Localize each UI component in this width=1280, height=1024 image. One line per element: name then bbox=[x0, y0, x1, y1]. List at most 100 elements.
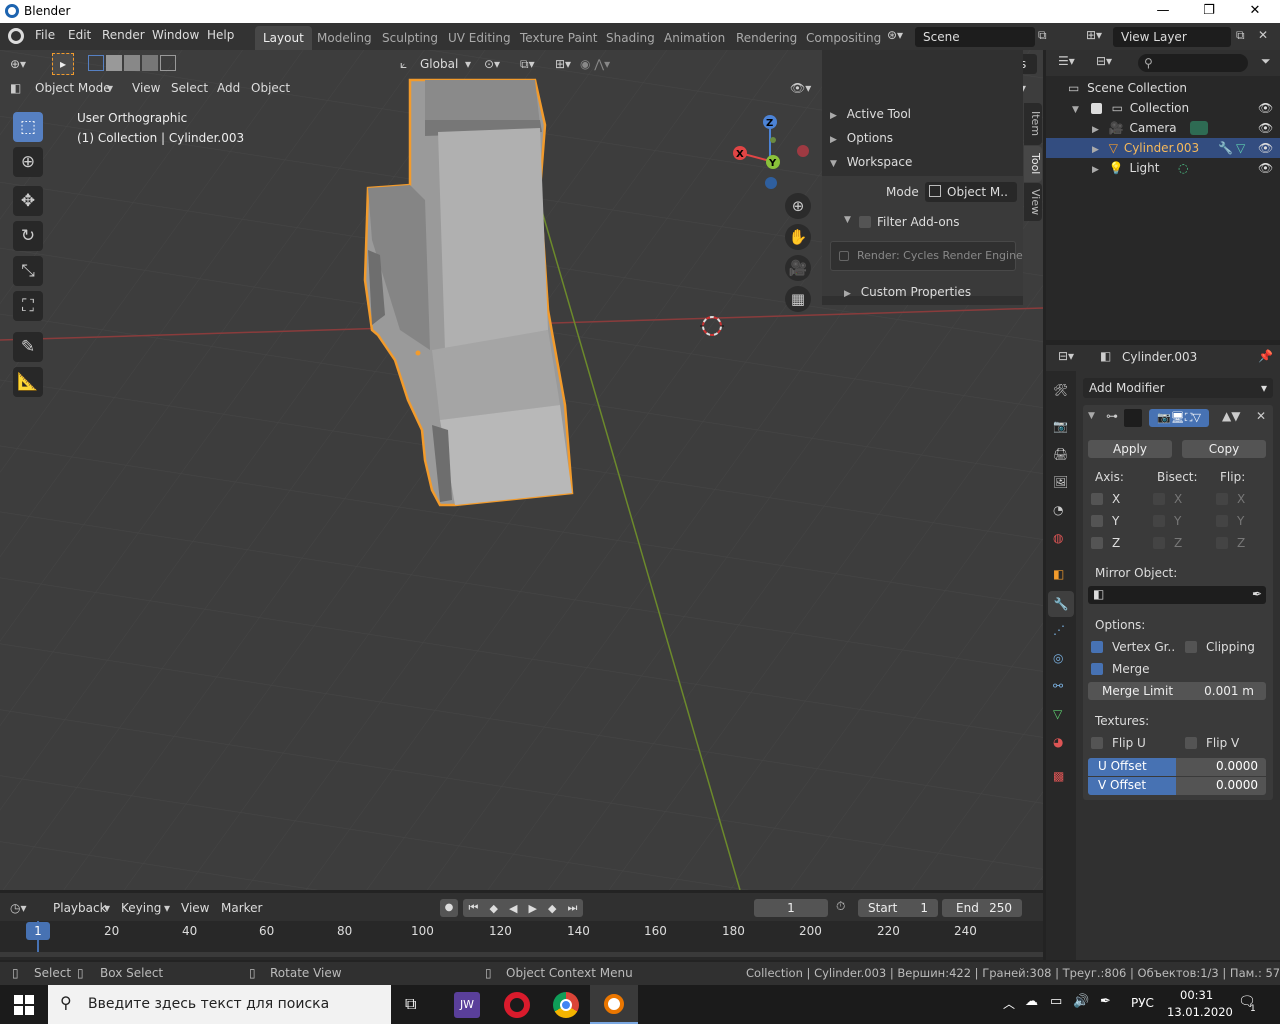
cursor-tool-icon[interactable]: ⊕ bbox=[13, 147, 43, 177]
tab-layout[interactable]: Layout bbox=[255, 26, 312, 50]
rotate-tool-icon[interactable]: ↻ bbox=[13, 221, 43, 251]
pin-icon[interactable]: 📌 bbox=[1258, 349, 1273, 363]
onedrive-icon[interactable]: ☁ bbox=[1025, 994, 1038, 1009]
filter-icon[interactable]: ⏷ bbox=[1261, 54, 1271, 69]
eye-icon[interactable]: 👁 bbox=[1258, 98, 1273, 118]
particles-tab-icon[interactable]: ⋰ bbox=[1053, 623, 1065, 637]
select-box-tool-icon[interactable]: ⬚ bbox=[13, 112, 43, 142]
section-active-tool[interactable]: ▶ Active Tool bbox=[822, 103, 1023, 125]
menu-help[interactable]: Help bbox=[207, 28, 234, 42]
new-view-layer-icon[interactable]: ⧉ bbox=[1236, 28, 1245, 43]
view-layer-field[interactable]: View Layer bbox=[1113, 27, 1231, 47]
axis-x-checkbox[interactable] bbox=[1091, 493, 1103, 505]
mirror-object-field[interactable]: ◧ ✒ bbox=[1088, 586, 1266, 604]
axis-z-checkbox[interactable] bbox=[1091, 537, 1103, 549]
visibility-icon[interactable]: 👁▾ bbox=[790, 78, 811, 98]
start-frame-field[interactable]: Start 1 bbox=[858, 899, 938, 917]
language-indicator[interactable]: РУС bbox=[1131, 996, 1154, 1010]
copy-button[interactable]: Copy bbox=[1182, 440, 1266, 458]
outliner-row-light[interactable]: ▶ 💡 Light ◌ 👁 bbox=[1046, 158, 1280, 178]
output-tab-icon[interactable]: 🖨 bbox=[1053, 447, 1068, 461]
maximize-button[interactable]: ❐ bbox=[1186, 0, 1232, 23]
new-scene-icon[interactable]: ⧉ bbox=[1038, 28, 1047, 43]
material-tab-icon[interactable]: ◕ bbox=[1053, 735, 1063, 749]
camera-view-icon[interactable]: 🎥 bbox=[785, 255, 811, 281]
menu-marker[interactable]: Marker bbox=[221, 898, 262, 918]
menu-playback[interactable]: Playback bbox=[53, 898, 107, 918]
view-layer-icon[interactable]: ⊞▾ bbox=[1086, 28, 1102, 42]
play-reverse-icon[interactable]: ◀ bbox=[509, 902, 517, 915]
blender-menu-icon[interactable] bbox=[8, 28, 24, 44]
eye-icon[interactable]: 👁 bbox=[1258, 158, 1273, 178]
measure-tool-icon[interactable]: 📐 bbox=[13, 367, 43, 397]
flip-x-checkbox[interactable] bbox=[1216, 493, 1228, 505]
chevron-down-icon[interactable]: ▼ bbox=[1072, 105, 1079, 115]
tab-compositing[interactable]: Compositing bbox=[798, 26, 889, 50]
menu-render[interactable]: Render bbox=[102, 28, 145, 42]
current-frame-field[interactable]: 1 bbox=[754, 899, 828, 917]
menu-object[interactable]: Object bbox=[251, 78, 290, 98]
view-layer-tab-icon[interactable]: 🖼 bbox=[1053, 475, 1068, 489]
section-workspace[interactable]: ▼ Workspace bbox=[822, 151, 1023, 173]
menu-edit[interactable]: Edit bbox=[68, 28, 91, 42]
snapping-target-icon[interactable]: ⊞▾ bbox=[555, 54, 571, 74]
tab-item[interactable]: Item bbox=[1024, 103, 1042, 145]
select-tool-icon[interactable]: ▸ bbox=[52, 53, 74, 75]
render-tab-icon[interactable]: 📷 bbox=[1053, 419, 1068, 433]
collection-checkbox[interactable] bbox=[1090, 103, 1102, 114]
world-tab-icon[interactable]: ◍ bbox=[1053, 531, 1063, 545]
playhead-frame[interactable]: 1 bbox=[26, 922, 50, 940]
remove-modifier-icon[interactable]: ✕ bbox=[1256, 409, 1266, 423]
flip-y-checkbox[interactable] bbox=[1216, 515, 1228, 527]
selection-mode-group[interactable] bbox=[88, 55, 176, 71]
flip-z-checkbox[interactable] bbox=[1216, 537, 1228, 549]
clock-date[interactable]: 13.01.2020 bbox=[1167, 1005, 1233, 1019]
transform-tool-icon[interactable]: ⛶ bbox=[13, 291, 43, 321]
bisect-y-checkbox[interactable] bbox=[1153, 515, 1165, 527]
tab-animation[interactable]: Animation bbox=[656, 26, 733, 50]
data-tab-icon[interactable]: ▽ bbox=[1053, 707, 1062, 721]
jump-start-icon[interactable]: ⏮ bbox=[469, 901, 479, 915]
axis-y-checkbox[interactable] bbox=[1091, 515, 1103, 527]
set-selection-icon[interactable] bbox=[88, 55, 104, 71]
task-view-icon[interactable]: ⧉ bbox=[405, 994, 416, 1014]
navigation-gizmo[interactable]: Z X Y bbox=[728, 110, 818, 190]
menu-view[interactable]: View bbox=[181, 898, 209, 918]
menu-keying[interactable]: Keying bbox=[121, 898, 161, 918]
jump-end-icon[interactable]: ⏭ bbox=[568, 901, 578, 915]
modifier-display-toggles[interactable]: 📷🖥⛶▽ bbox=[1149, 409, 1209, 427]
next-keyframe-icon[interactable]: ◆ bbox=[548, 902, 556, 915]
camera-data-icon[interactable] bbox=[1190, 121, 1208, 135]
tool-tab-icon[interactable]: 🛠 bbox=[1053, 383, 1068, 397]
tab-modeling[interactable]: Modeling bbox=[309, 26, 380, 50]
add-modifier-dropdown[interactable]: Add Modifier ▾ bbox=[1083, 378, 1273, 398]
end-frame-field[interactable]: End 250 bbox=[942, 899, 1022, 917]
u-offset-slider[interactable]: U Offset 0.0000 bbox=[1088, 758, 1266, 776]
tab-view[interactable]: View bbox=[1024, 183, 1042, 221]
apply-button[interactable]: Apply bbox=[1088, 440, 1172, 458]
editor-type-icon[interactable]: ☰▾ bbox=[1058, 54, 1075, 68]
proportional-edit-icon[interactable]: ◉ ⋀▾ bbox=[580, 54, 610, 74]
jw-app-icon[interactable]: JW bbox=[454, 992, 480, 1018]
volume-icon[interactable]: 🔊 bbox=[1073, 994, 1089, 1009]
annotate-tool-icon[interactable]: ✎ bbox=[13, 332, 43, 362]
prev-keyframe-icon[interactable]: ◆ bbox=[489, 902, 497, 915]
outliner-row-scene-collection[interactable]: ▭ Scene Collection bbox=[1046, 78, 1280, 98]
menu-file[interactable]: File bbox=[35, 28, 55, 42]
scene-selector-icon[interactable]: ⊛▾ bbox=[887, 28, 903, 42]
snap-icon[interactable]: ⧉▾ bbox=[520, 54, 535, 74]
outliner-row-cylinder[interactable]: ▶ ▽ Cylinder.003 🔧 ▽ 👁 bbox=[1046, 138, 1280, 158]
minimize-button[interactable]: — bbox=[1140, 0, 1186, 23]
menu-select[interactable]: Select bbox=[171, 78, 208, 98]
menu-view[interactable]: View bbox=[132, 78, 160, 98]
merge-checkbox[interactable] bbox=[1091, 663, 1103, 675]
remove-view-layer-icon[interactable]: ✕ bbox=[1258, 28, 1268, 42]
scene-tab-icon[interactable]: ◔ bbox=[1053, 503, 1063, 517]
chevron-down-icon[interactable]: ▼ bbox=[1088, 411, 1095, 421]
intersect-selection-icon[interactable] bbox=[160, 55, 176, 71]
tab-texture-paint[interactable]: Texture Paint bbox=[512, 26, 605, 50]
move-tool-icon[interactable]: ✥ bbox=[13, 186, 43, 216]
zoom-icon[interactable]: ⊕ bbox=[785, 193, 811, 219]
close-button[interactable]: ✕ bbox=[1232, 0, 1278, 23]
flip-u-checkbox[interactable] bbox=[1091, 737, 1103, 749]
